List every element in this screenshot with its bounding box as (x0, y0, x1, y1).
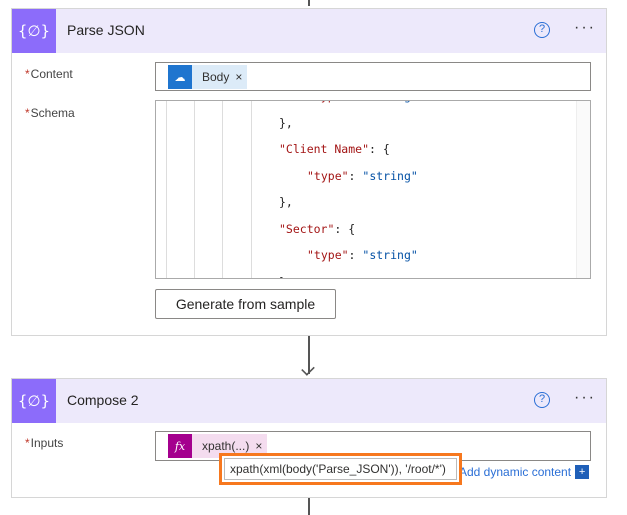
parse-json-card: {∅} Parse JSON ? ··· *Content ☁ Body × *… (11, 8, 607, 336)
ellipsis-icon[interactable]: ··· (574, 19, 596, 37)
connector-line (308, 0, 310, 6)
card-header[interactable]: {∅} Compose 2 ? ··· (12, 379, 606, 423)
compose-card: {∅} Compose 2 ? ··· *Inputs fx xpath(...… (11, 378, 607, 498)
schema-code-line: "Sector": { (279, 221, 356, 236)
close-icon[interactable]: × (235, 70, 247, 84)
plus-icon: + (575, 465, 590, 479)
editor-scrollbar[interactable] (576, 101, 590, 278)
schema-code-line: }, (279, 115, 293, 130)
inputs-label: *Inputs (25, 436, 64, 450)
function-icon: fx (168, 434, 192, 458)
schema-code-line: "type": "string" (307, 101, 418, 103)
ellipsis-icon[interactable]: ··· (574, 389, 596, 407)
add-dynamic-content-link[interactable]: Add dynamic content + (459, 465, 590, 479)
schema-code-line: }, (279, 275, 293, 279)
content-label: *Content (25, 67, 73, 81)
body-token: ☁ Body × (168, 65, 248, 89)
curly-braces-icon: {∅} (12, 379, 56, 423)
card-title: Parse JSON (67, 22, 145, 38)
curly-braces-icon: {∅} (12, 9, 56, 53)
close-icon[interactable]: × (255, 439, 267, 453)
content-input[interactable]: ☁ Body × (155, 62, 591, 91)
arrow-down-icon (301, 362, 315, 376)
generate-from-sample-button[interactable]: Generate from sample (155, 289, 336, 319)
card-title: Compose 2 (67, 392, 139, 408)
schema-code-line: "Client Name": { (279, 142, 390, 156)
question-circle-icon[interactable]: ? (534, 392, 550, 408)
schema-code-line: }, (279, 195, 293, 209)
schema-editor[interactable]: "type": "string"}, "Client Name": { "type"… (155, 100, 591, 279)
question-circle-icon[interactable]: ? (534, 22, 550, 38)
card-header[interactable]: {∅} Parse JSON ? ··· (12, 9, 606, 53)
cloud-icon: ☁ (168, 65, 192, 89)
schema-code-line: "type": "string" (307, 168, 418, 183)
expression-tooltip: xpath(xml(body('Parse_JSON')), '/root/*'… (219, 453, 462, 485)
schema-code-line: "type": "string" (307, 248, 418, 262)
connector-line (308, 498, 310, 515)
schema-label: *Schema (25, 106, 75, 120)
